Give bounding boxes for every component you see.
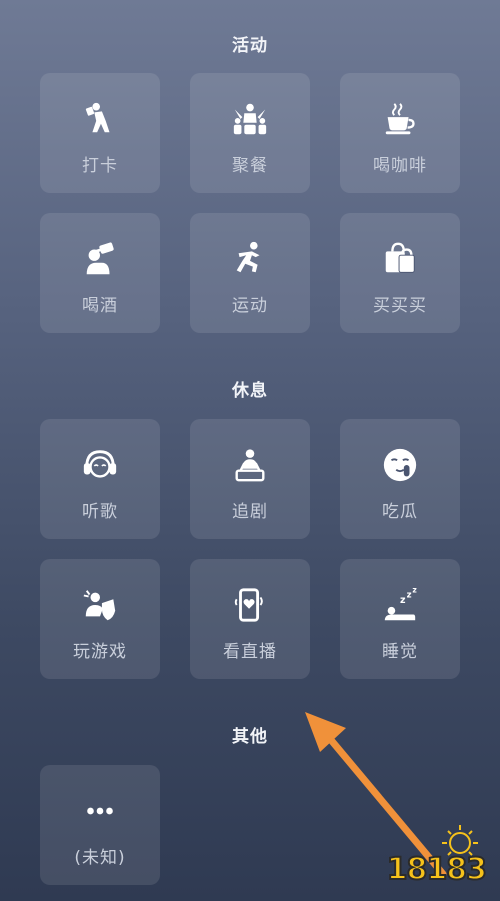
watching-tv-icon [230, 445, 270, 485]
watermark-text: 18183 [386, 851, 488, 888]
section-title-other: 其他 [232, 727, 268, 747]
status-tile-gaming[interactable]: 玩游戏 [40, 559, 160, 679]
svg-text:z: z [407, 590, 412, 600]
check-in-person-icon [80, 99, 120, 139]
tile-label: 吃瓜 [382, 502, 418, 522]
status-tile-music[interactable]: 听歌 [40, 419, 160, 539]
status-tile-check-in[interactable]: 打卡 [40, 73, 160, 193]
status-tile-sleep[interactable]: zzz 睡觉 [340, 559, 460, 679]
tile-label: (未知) [74, 848, 126, 868]
status-tile-sport[interactable]: 运动 [190, 213, 310, 333]
svg-text:z: z [400, 595, 406, 606]
status-tile-dinner[interactable]: 聚餐 [190, 73, 310, 193]
svg-text:z: z [412, 586, 417, 595]
status-tile-coffee[interactable]: 喝咖啡 [340, 73, 460, 193]
dinner-party-icon [230, 99, 270, 139]
tile-label: 聚餐 [232, 156, 268, 176]
more-dots-icon [80, 791, 120, 831]
tile-label: 喝酒 [82, 296, 118, 316]
status-tile-tv[interactable]: 追剧 [190, 419, 310, 539]
tile-label: 睡觉 [382, 642, 418, 662]
status-tile-shopping[interactable]: 买买买 [340, 213, 460, 333]
shopping-bag-icon [380, 239, 420, 279]
tile-label: 运动 [232, 296, 268, 316]
drink-beer-icon [80, 239, 120, 279]
headphones-icon [80, 445, 120, 485]
shush-face-icon [380, 445, 420, 485]
tile-label: 买买买 [373, 296, 427, 316]
section-title-rest: 休息 [232, 381, 268, 401]
status-tile-drink[interactable]: 喝酒 [40, 213, 160, 333]
running-person-icon [230, 239, 270, 279]
tile-label: 看直播 [223, 642, 277, 662]
tile-label: 打卡 [82, 156, 118, 176]
tile-label: 追剧 [232, 502, 268, 522]
live-stream-phone-icon [230, 585, 270, 625]
coffee-cup-icon [380, 99, 420, 139]
tile-label: 听歌 [82, 502, 118, 522]
status-tile-live[interactable]: 看直播 [190, 559, 310, 679]
gamer-shield-icon [80, 585, 120, 625]
status-tile-unknown[interactable]: (未知) [40, 765, 160, 885]
sleeping-zzz-icon: zzz [380, 585, 420, 625]
section-title-activity: 活动 [232, 36, 268, 56]
tile-label: 喝咖啡 [373, 156, 427, 176]
status-tile-gossip[interactable]: 吃瓜 [340, 419, 460, 539]
tile-label: 玩游戏 [73, 642, 127, 662]
